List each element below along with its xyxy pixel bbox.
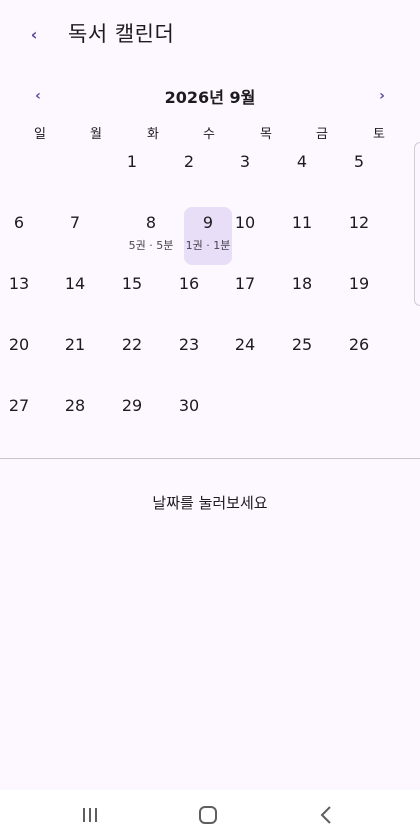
calendar-day[interactable]: 27 [0, 390, 43, 448]
page-title: 독서 캘린더 [68, 22, 175, 46]
calendar-day[interactable]: 6 [0, 207, 43, 265]
home-button[interactable] [188, 798, 228, 832]
calendar-day[interactable]: 19 [335, 268, 383, 326]
calendar-day[interactable]: 18 [278, 268, 326, 326]
calendar-day[interactable]: 23 [165, 329, 213, 387]
empty-state-hint: 날짜를 눌러보세요 [152, 494, 268, 512]
recent-apps-icon [83, 808, 97, 822]
calendar-day[interactable]: 17 [221, 268, 269, 326]
day-number: 11 [291, 213, 313, 232]
weekday-label: 일 [34, 127, 46, 142]
day-number: 1 [126, 152, 138, 171]
calendar-day[interactable]: 3 [221, 146, 269, 204]
calendar-day[interactable]: 16 [165, 268, 213, 326]
day-number: 6 [13, 213, 25, 232]
calendar-day[interactable]: 25 [278, 329, 326, 387]
top-app-bar: ‹ 독서 캘린더 [0, 0, 420, 68]
weekday-label: 금 [316, 127, 328, 142]
day-number: 10 [234, 213, 256, 232]
system-navigation-bar [0, 790, 420, 840]
day-number: 3 [239, 152, 251, 171]
calendar-day[interactable]: 30 [165, 390, 213, 448]
day-number: 28 [64, 396, 86, 415]
back-icon [320, 806, 331, 824]
day-number: 13 [8, 274, 30, 293]
system-back-button[interactable] [306, 798, 346, 832]
calendar-day[interactable]: 28 [51, 390, 99, 448]
day-number: 24 [234, 335, 256, 354]
day-number: 14 [64, 274, 86, 293]
calendar-day[interactable]: 21 [51, 329, 99, 387]
day-number: 25 [291, 335, 313, 354]
calendar-day[interactable]: 5 [335, 146, 383, 204]
calendar-day[interactable]: 24 [221, 329, 269, 387]
calendar-day[interactable]: 8 5권 · 5분 [127, 207, 175, 265]
edge-panel-handle[interactable] [414, 142, 420, 306]
calendar-day[interactable]: 22 [108, 329, 156, 387]
calendar-day[interactable]: 13 [0, 268, 43, 326]
day-number: 26 [348, 335, 370, 354]
weekday-label: 목 [260, 127, 272, 142]
day-number: 7 [69, 213, 81, 232]
app-root: ‹ 독서 캘린더 ‹ 2026년 9월 › 일월화수목금토 1 2 3 4 5 6 7 8 5권… [0, 0, 420, 840]
day-number: 22 [121, 335, 143, 354]
month-title: 2026년 9월 [164, 88, 256, 107]
day-number: 23 [178, 335, 200, 354]
weekday-label: 월 [90, 127, 102, 142]
day-number: 17 [234, 274, 256, 293]
back-button[interactable]: ‹ [22, 20, 46, 48]
day-number: 27 [8, 396, 30, 415]
home-icon [199, 806, 217, 824]
recent-apps-button[interactable] [70, 798, 110, 832]
calendar-day[interactable]: 10 [221, 207, 269, 265]
calendar-day[interactable]: 4 [278, 146, 326, 204]
day-number: 16 [178, 274, 200, 293]
month-header: ‹ 2026년 9월 › [0, 80, 420, 112]
calendar-day[interactable]: 11 [278, 207, 326, 265]
weekday-row: 일월화수목금토 [0, 123, 420, 143]
chevron-left-icon: ‹ [30, 24, 38, 44]
day-number: 20 [8, 335, 30, 354]
calendar-day[interactable]: 2 [165, 146, 213, 204]
day-number: 30 [178, 396, 200, 415]
next-month-button[interactable]: › [370, 84, 394, 108]
day-number: 15 [121, 274, 143, 293]
day-number: 5 [353, 152, 365, 171]
day-number: 18 [291, 274, 313, 293]
day-number: 29 [121, 396, 143, 415]
day-number: 2 [183, 152, 195, 171]
day-number: 8 [145, 213, 157, 232]
day-number: 21 [64, 335, 86, 354]
calendar-day[interactable]: 1 [108, 146, 156, 204]
weekday-label: 수 [203, 127, 215, 142]
divider [0, 458, 420, 459]
calendar-day[interactable]: 20 [0, 329, 43, 387]
day-number: 12 [348, 213, 370, 232]
calendar-day[interactable]: 15 [108, 268, 156, 326]
calendar-day[interactable]: 29 [108, 390, 156, 448]
weekday-label: 화 [147, 127, 159, 142]
calendar-day[interactable]: 12 [335, 207, 383, 265]
chevron-right-icon: › [379, 88, 385, 104]
calendar-grid: 1 2 3 4 5 6 7 8 5권 · 5분 9 1권 · 1분 10 11 12 13 14 15 16 17 1… [0, 146, 420, 436]
weekday-label: 토 [373, 127, 385, 142]
day-number: 19 [348, 274, 370, 293]
calendar-day[interactable]: 7 [51, 207, 99, 265]
calendar-day[interactable]: 26 [335, 329, 383, 387]
day-number: 4 [296, 152, 308, 171]
calendar-day[interactable]: 14 [51, 268, 99, 326]
